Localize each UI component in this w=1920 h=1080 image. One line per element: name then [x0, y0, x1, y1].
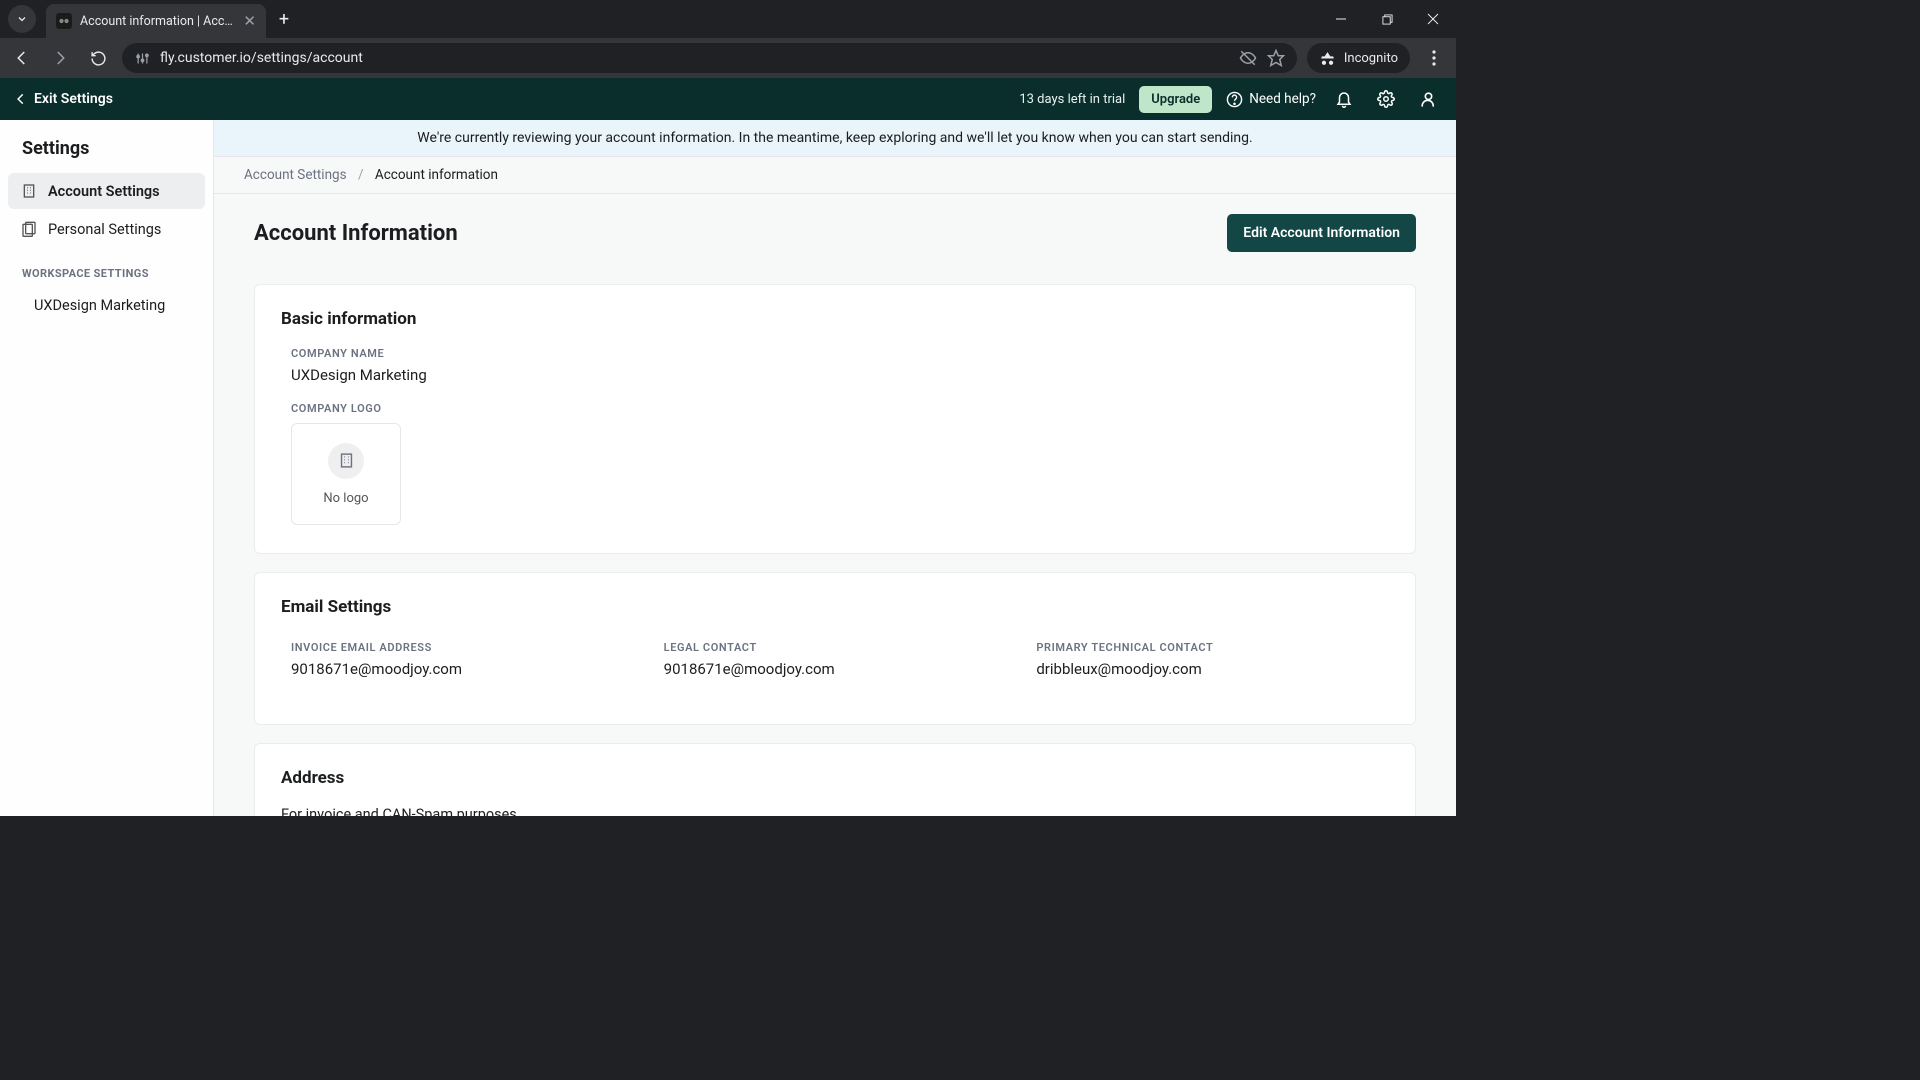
- breadcrumb-current: Account information: [375, 167, 498, 183]
- browser-tab[interactable]: Account information | Account ✕: [46, 4, 266, 38]
- card-address: Address For invoice and CAN-Spam purpose…: [254, 743, 1416, 816]
- main-content: We're currently reviewing your account i…: [214, 120, 1456, 816]
- field-value-tech-contact: dribbleux@moodjoy.com: [1036, 660, 1389, 678]
- tab-favicon: [56, 13, 72, 29]
- new-tab-button[interactable]: +: [270, 5, 298, 33]
- chevron-left-icon: [14, 92, 28, 106]
- field-value-invoice-email: 9018671e@moodjoy.com: [291, 660, 644, 678]
- settings-gear-button[interactable]: [1372, 85, 1400, 113]
- help-icon: [1226, 91, 1243, 108]
- field-value-company-name: UXDesign Marketing: [291, 366, 1389, 384]
- review-banner: We're currently reviewing your account i…: [214, 120, 1456, 157]
- card-title: Address: [281, 768, 1389, 788]
- browser-reload-button[interactable]: [84, 44, 112, 72]
- browser-menu-button[interactable]: [1420, 44, 1448, 72]
- gear-icon: [1377, 90, 1395, 108]
- chevron-down-icon: [16, 13, 28, 25]
- sidebar-item-personal-settings[interactable]: Personal Settings: [8, 211, 205, 247]
- tab-close-button[interactable]: ✕: [243, 12, 256, 30]
- account-avatar-button[interactable]: [1414, 85, 1442, 113]
- browser-titlebar: Account information | Account ✕ +: [0, 0, 1456, 38]
- tab-search-button[interactable]: [8, 5, 36, 33]
- address-bar[interactable]: fly.customer.io/settings/account: [122, 43, 1297, 73]
- eye-off-icon[interactable]: [1239, 49, 1257, 67]
- exit-settings-label: Exit Settings: [34, 91, 113, 107]
- sidebar-item-label: Account Settings: [48, 183, 160, 200]
- trial-status-text: 13 days left in trial: [1019, 92, 1125, 107]
- browser-back-button[interactable]: [8, 44, 36, 72]
- help-link[interactable]: Need help?: [1226, 91, 1316, 108]
- sidebar-title: Settings: [8, 138, 205, 173]
- browser-forward-button[interactable]: [46, 44, 74, 72]
- site-settings-icon[interactable]: [134, 50, 150, 66]
- sidebar-group-workspace: WORKSPACE SETTINGS: [8, 249, 205, 288]
- card-title: Basic information: [281, 309, 1389, 329]
- field-label-company-logo: COMPANY LOGO: [291, 402, 1389, 415]
- personal-icon: [20, 220, 38, 238]
- breadcrumb-root[interactable]: Account Settings: [244, 167, 347, 183]
- window-close-button[interactable]: [1410, 0, 1456, 38]
- card-basic-info: Basic information COMPANY NAME UXDesign …: [254, 284, 1416, 554]
- building-icon: [328, 443, 364, 479]
- window-minimize-button[interactable]: [1318, 0, 1364, 38]
- company-logo-box: No logo: [291, 423, 401, 525]
- field-value-legal-contact: 9018671e@moodjoy.com: [664, 660, 1017, 678]
- edit-account-button[interactable]: Edit Account Information: [1227, 214, 1416, 252]
- address-bar-url: fly.customer.io/settings/account: [160, 50, 1229, 66]
- incognito-indicator[interactable]: Incognito: [1307, 43, 1410, 73]
- card-email-settings: Email Settings INVOICE EMAIL ADDRESS 901…: [254, 572, 1416, 725]
- field-label-invoice-email: INVOICE EMAIL ADDRESS: [291, 641, 644, 654]
- bell-icon: [1335, 90, 1353, 108]
- sidebar-item-account-settings[interactable]: Account Settings: [8, 173, 205, 209]
- bookmark-star-icon[interactable]: [1267, 49, 1285, 67]
- help-label: Need help?: [1249, 91, 1316, 107]
- incognito-icon: [1319, 50, 1336, 67]
- field-label-tech-contact: PRIMARY TECHNICAL CONTACT: [1036, 641, 1389, 654]
- building-icon: [20, 182, 38, 200]
- notifications-button[interactable]: [1330, 85, 1358, 113]
- upgrade-button[interactable]: Upgrade: [1139, 86, 1212, 113]
- address-description: For invoice and CAN-Spam purposes.: [281, 806, 1389, 816]
- field-label-company-name: COMPANY NAME: [291, 347, 1389, 360]
- sidebar-item-label: Personal Settings: [48, 221, 161, 238]
- sidebar-item-label: UXDesign Marketing: [34, 297, 165, 314]
- settings-sidebar: Settings Account Settings Personal Setti…: [0, 120, 214, 816]
- page-title: Account Information: [254, 221, 458, 246]
- tab-title: Account information | Account: [80, 14, 235, 29]
- breadcrumb: Account Settings / Account information: [214, 157, 1456, 194]
- can-spam-link[interactable]: CAN-Spam: [382, 806, 453, 816]
- window-maximize-button[interactable]: [1364, 0, 1410, 38]
- card-title: Email Settings: [281, 597, 1389, 617]
- no-logo-text: No logo: [323, 491, 368, 506]
- user-icon: [1419, 90, 1438, 109]
- incognito-label: Incognito: [1344, 51, 1398, 66]
- exit-settings-button[interactable]: Exit Settings: [14, 91, 113, 107]
- field-label-legal-contact: LEGAL CONTACT: [664, 641, 1017, 654]
- sidebar-item-workspace[interactable]: UXDesign Marketing: [8, 288, 205, 323]
- browser-toolbar: fly.customer.io/settings/account Incogni…: [0, 38, 1456, 78]
- app-topbar: Exit Settings 13 days left in trial Upgr…: [0, 78, 1456, 120]
